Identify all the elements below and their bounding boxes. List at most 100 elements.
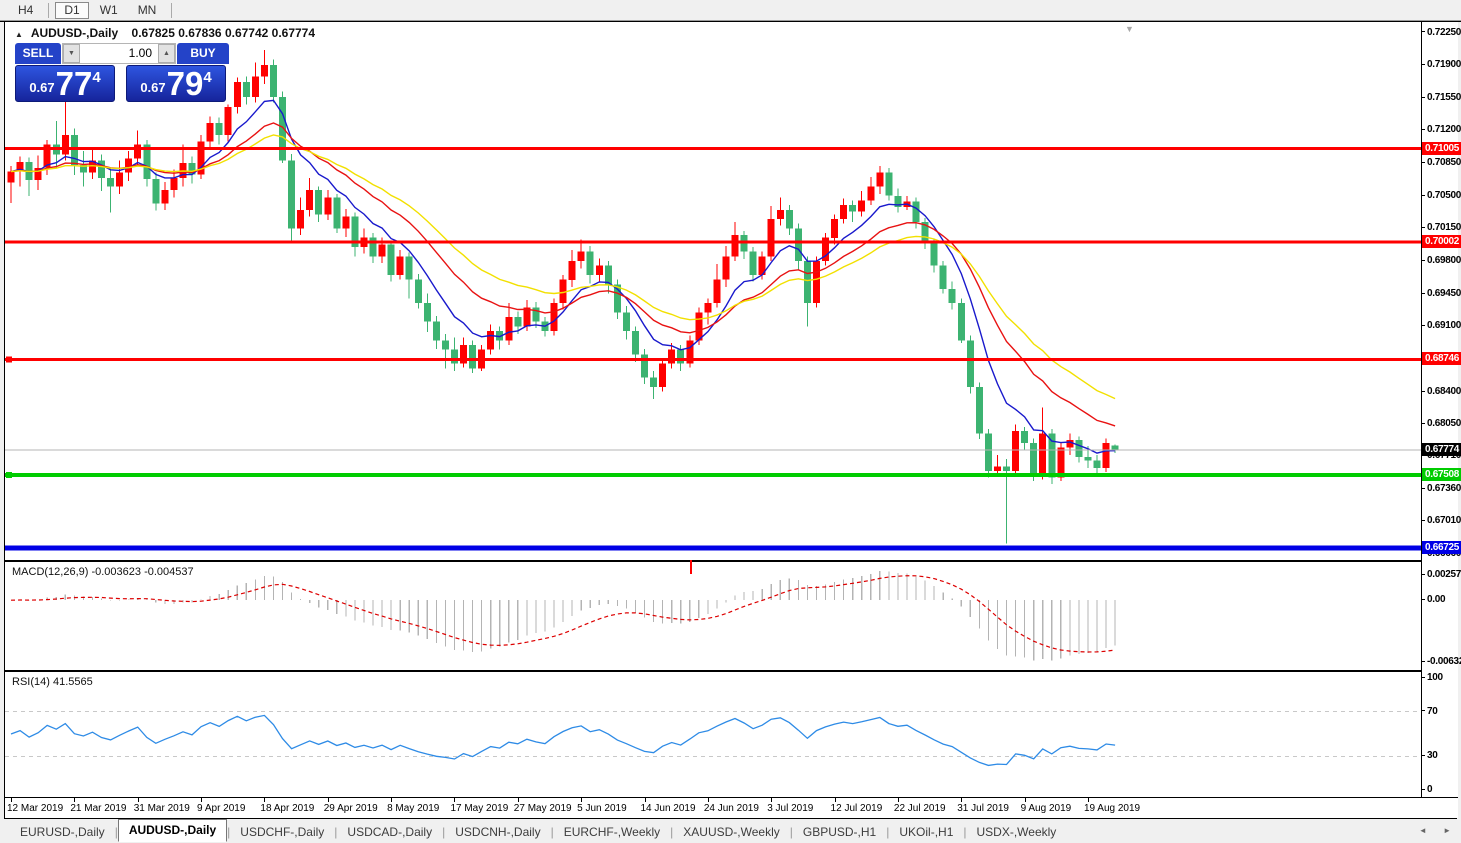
tab-eurchf-weekly[interactable]: EURCHF-,Weekly [554, 823, 670, 841]
tab-scroll-right-button[interactable]: ► [1443, 826, 1451, 835]
macd-indicator-label: MACD(12,26,9) -0.003623 -0.004537 [12, 566, 194, 578]
time-axis-label: 19 Aug 2019 [1084, 803, 1140, 814]
chart-region[interactable]: ▲ AUDUSD-,Daily 0.67825 0.67836 0.67742 … [4, 22, 1457, 819]
time-axis-label: 31 Mar 2019 [134, 803, 190, 814]
price-axis[interactable]: 0.722500.719000.715500.712000.708500.705… [1422, 22, 1458, 797]
tab-usdcnh-daily[interactable]: USDCNH-,Daily [445, 823, 550, 841]
time-axis-label: 9 Aug 2019 [1021, 803, 1072, 814]
time-axis-label: 24 Jun 2019 [704, 803, 759, 814]
tab-scroll-left-button[interactable]: ◄ [1419, 826, 1427, 835]
volume-input[interactable]: 1.00 [80, 44, 158, 63]
macd-panel[interactable] [5, 564, 1421, 670]
time-axis-tick [201, 798, 202, 802]
tab-ukoil-h1[interactable]: UKOil-,H1 [889, 823, 963, 841]
axis-tick-label: 30 [1422, 750, 1438, 762]
time-axis-tick [835, 798, 836, 802]
tab-usdchf-daily[interactable]: USDCHF-,Daily [230, 823, 334, 841]
ohlc-values: 0.67825 0.67836 0.67742 0.67774 [132, 26, 316, 40]
tab-usdx-weekly[interactable]: USDX-,Weekly [967, 823, 1067, 841]
time-axis-label: 31 Jul 2019 [957, 803, 1009, 814]
mt4-window: H4 D1 W1 MN ▲ AUDUSD-,Daily 0.67825 0.67… [0, 0, 1461, 843]
period-button-w1[interactable]: W1 [91, 2, 127, 19]
time-axis-label: 29 Apr 2019 [324, 803, 378, 814]
time-axis-tick [328, 798, 329, 802]
panel-splitter-rsi[interactable] [5, 670, 1458, 672]
rsi-indicator-label: RSI(14) 41.5565 [12, 676, 93, 688]
panel-splitter-macd[interactable] [5, 560, 1458, 562]
axis-tick-label: 0.71200 [1422, 124, 1461, 136]
sell-price-prefix: 0.67 [29, 80, 54, 95]
price-chart[interactable] [5, 23, 1421, 560]
price-line-label: 0.66725 [1422, 541, 1461, 554]
tab-eurusd-daily[interactable]: EURUSD-,Daily [10, 823, 115, 841]
time-axis-label: 27 May 2019 [514, 803, 572, 814]
time-axis-tick [1088, 798, 1089, 802]
sell-button[interactable]: SELL [15, 43, 61, 64]
axis-tick-label: 0.67010 [1422, 515, 1461, 527]
axis-tick-label: 0.002574 [1422, 569, 1461, 581]
period-button-mn[interactable]: MN [129, 2, 166, 19]
axis-tick-label: 0.69450 [1422, 288, 1461, 300]
axis-tick-label: 100 [1422, 672, 1443, 684]
buy-price-big: 79 [167, 67, 204, 100]
price-line-label: 0.67508 [1422, 468, 1461, 481]
price-line-label: 0.70002 [1422, 235, 1461, 248]
time-axis-tick [454, 798, 455, 802]
price-line-label: 0.71005 [1422, 142, 1461, 155]
buy-price-sup: 4 [203, 69, 211, 86]
toolbar-separator [171, 3, 172, 18]
time-axis-tick [264, 798, 265, 802]
time-axis-label: 8 May 2019 [387, 803, 439, 814]
volume-decrease-button[interactable]: ▼ [63, 44, 80, 63]
axis-tick-label: 0.69100 [1422, 320, 1461, 332]
time-axis-label: 22 Jul 2019 [894, 803, 946, 814]
period-button-h4[interactable]: H4 [9, 2, 42, 19]
time-axis-tick [518, 798, 519, 802]
time-axis-tick [74, 798, 75, 802]
tab-scroll-arrows: ◄ ► [1405, 826, 1451, 835]
time-axis-tick [708, 798, 709, 802]
toolbar-separator [48, 3, 49, 18]
time-axis-tick [1025, 798, 1026, 802]
time-axis-label: 12 Jul 2019 [831, 803, 883, 814]
time-axis-tick [645, 798, 646, 802]
axis-tick-label: 70 [1422, 706, 1438, 718]
time-axis-tick [581, 798, 582, 802]
buy-price-box[interactable]: 0.67794 [126, 65, 226, 102]
price-line-label: 0.68746 [1422, 352, 1461, 365]
axis-tick-label: 0.69800 [1422, 255, 1461, 267]
sell-price-box[interactable]: 0.67774 [15, 65, 115, 102]
symbol-period-label: AUDUSD-,Daily [31, 26, 118, 40]
time-axis[interactable]: 12 Mar 201921 Mar 201931 Mar 20199 Apr 2… [5, 797, 1458, 818]
buy-button[interactable]: BUY [177, 43, 229, 64]
axis-tick-label: 0.71550 [1422, 92, 1461, 104]
chart-tab-bar: EURUSD-,Daily|AUDUSD-,Daily|USDCHF-,Dail… [0, 820, 1461, 843]
axis-tick-label: 0.72250 [1422, 27, 1461, 39]
tab-gbpusd-h1[interactable]: GBPUSD-,H1 [793, 823, 886, 841]
tab-audusd-daily[interactable]: AUDUSD-,Daily [118, 819, 227, 842]
volume-increase-button[interactable]: ▲ [158, 44, 175, 63]
sell-price-big: 77 [56, 67, 93, 100]
tab-usdcad-daily[interactable]: USDCAD-,Daily [337, 823, 442, 841]
time-axis-label: 21 Mar 2019 [70, 803, 126, 814]
collapse-triangle-icon[interactable]: ▲ [15, 30, 23, 39]
axis-tick-label: 0.70150 [1422, 222, 1461, 234]
macd-red-mark [690, 560, 692, 574]
time-axis-label: 17 May 2019 [450, 803, 508, 814]
time-axis-tick [898, 798, 899, 802]
axis-tick-label: 0.00 [1422, 594, 1445, 606]
rsi-panel[interactable] [5, 674, 1421, 796]
axis-tick-label: -0.006326 [1422, 656, 1461, 668]
time-axis-label: 5 Jun 2019 [577, 803, 627, 814]
time-axis-label: 14 Jun 2019 [641, 803, 696, 814]
axis-tick-label: 0.67360 [1422, 483, 1461, 495]
tab-xauusd-weekly[interactable]: XAUUSD-,Weekly [673, 823, 789, 841]
time-axis-label: 12 Mar 2019 [7, 803, 63, 814]
time-axis-tick [138, 798, 139, 802]
time-axis-tick [11, 798, 12, 802]
axis-tick-label: 0.70850 [1422, 157, 1461, 169]
chart-nav-triangle-icon[interactable]: ▼ [1125, 24, 1134, 34]
price-line-label: 0.67774 [1422, 443, 1461, 456]
buy-price-prefix: 0.67 [140, 80, 165, 95]
period-button-d1[interactable]: D1 [55, 2, 88, 19]
